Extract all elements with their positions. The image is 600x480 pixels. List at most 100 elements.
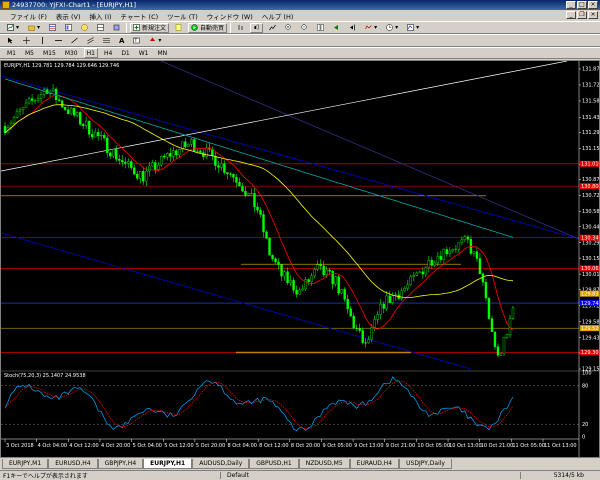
line-chart-button[interactable] xyxy=(266,23,279,33)
chart-window[interactable]: 131.870 131.725 131.580 131.430 131.295 131.1… xyxy=(0,60,600,458)
menu-help[interactable]: ヘルプ (H) xyxy=(262,11,294,21)
trendline-button[interactable] xyxy=(68,36,81,46)
price-chart[interactable]: 131.870 131.725 131.580 131.430 131.295 131.1… xyxy=(1,61,599,457)
meta-editor-button[interactable] xyxy=(172,23,185,33)
menu-window[interactable]: ウィンドウ (W) xyxy=(207,11,253,21)
candle-body xyxy=(487,297,491,319)
timeframe-m15-button[interactable]: M15 xyxy=(40,48,59,58)
candle-body xyxy=(102,134,106,139)
candle-body xyxy=(361,330,364,343)
candle-body xyxy=(250,193,253,195)
tab-nzdusd-m5[interactable]: NZDUSD,M5 xyxy=(298,459,350,469)
crosshair-tool-button[interactable] xyxy=(20,36,33,46)
candle-body xyxy=(505,334,509,338)
zoom-in-button[interactable] xyxy=(282,23,295,33)
tab-audusd-daily[interactable]: AUDUSD,Daily xyxy=(192,459,250,469)
autoscroll-button[interactable] xyxy=(330,23,343,33)
candle-body xyxy=(358,328,361,331)
indicators-button[interactable]: ▾ xyxy=(362,23,380,33)
profiles-button[interactable]: ▾ xyxy=(25,23,43,33)
window-title: 24937700: YJFX!-Chart1 - [EURJPY,H1] xyxy=(12,1,137,9)
tile-windows-button[interactable] xyxy=(314,23,327,33)
candle-body xyxy=(205,147,208,157)
tab-gbpjpy-h4[interactable]: GBPJPY,H4 xyxy=(97,459,144,469)
data-window-button[interactable] xyxy=(62,23,75,33)
timeframe-h4-button[interactable]: H4 xyxy=(101,48,115,58)
market-watch-button[interactable] xyxy=(46,23,59,33)
label-tool-button[interactable]: T xyxy=(130,36,143,46)
zoom-out-button[interactable] xyxy=(298,23,311,33)
candle-body xyxy=(196,150,199,152)
toolbar-separator xyxy=(126,22,128,33)
arrows-button[interactable]: ▾ xyxy=(146,36,164,46)
price-label-text: 130.340 xyxy=(581,236,599,242)
fibonacci-button[interactable] xyxy=(100,36,113,46)
menu-view[interactable]: 表示 (V) xyxy=(56,11,81,21)
candle-body xyxy=(502,337,506,355)
timeframe-m1-button[interactable]: M1 xyxy=(4,48,19,58)
candle-body xyxy=(289,280,292,284)
candle-body xyxy=(448,250,452,255)
cursor-tool-button[interactable] xyxy=(4,36,17,46)
tab-usdjpy-daily[interactable]: USDJPY,Daily xyxy=(399,459,452,469)
price-label-text: 129.833 xyxy=(581,291,599,297)
new-order-button[interactable]: 新規注文 xyxy=(130,22,170,33)
new-chart-button[interactable]: ▾ xyxy=(4,23,22,33)
tab-eurjpy-h1[interactable]: EURJPY,H1 xyxy=(143,459,193,469)
channel-button[interactable] xyxy=(84,36,97,46)
candle-body xyxy=(481,273,485,283)
navigator-button[interactable] xyxy=(78,23,91,33)
candle-body xyxy=(271,255,274,259)
maximize-button[interactable]: □ xyxy=(577,1,587,9)
close-button[interactable]: × xyxy=(588,1,598,9)
svg-text:T: T xyxy=(134,38,138,44)
candle-body xyxy=(232,174,235,178)
mdi-close-button[interactable]: × xyxy=(588,11,598,19)
tab-gbpusd-h1[interactable]: GBPUSD,H1 xyxy=(249,459,299,469)
timeframe-mn-button[interactable]: MN xyxy=(155,48,171,58)
horizontal-line-button[interactable] xyxy=(52,36,65,46)
candle-body xyxy=(142,171,145,182)
candlestick-button[interactable] xyxy=(250,22,264,33)
candle-body xyxy=(30,98,34,101)
periods-button[interactable]: ▾ xyxy=(383,23,401,33)
timeframe-m30-button[interactable]: M30 xyxy=(62,48,81,58)
tab-euraud-h4[interactable]: EURAUD,H4 xyxy=(349,459,400,469)
bar-chart-button[interactable] xyxy=(234,23,247,33)
timeframe-d1-button[interactable]: D1 xyxy=(118,48,132,58)
candle-body xyxy=(151,162,154,167)
tab-eurjpy-m1[interactable]: EURJPY,M1 xyxy=(2,459,49,469)
mdi-restore-button[interactable]: ❐ xyxy=(577,11,587,19)
menu-tools[interactable]: ツール (T) xyxy=(167,11,198,21)
candle-body xyxy=(283,271,286,277)
chart-shift-button[interactable] xyxy=(346,23,359,33)
candle-body xyxy=(352,315,355,329)
candle-body xyxy=(112,149,115,157)
text-tool-button[interactable]: A xyxy=(116,36,127,46)
timeframe-m5-button[interactable]: M5 xyxy=(22,48,37,58)
candlestick-icon xyxy=(254,24,259,30)
menu-insert[interactable]: 挿入 (I) xyxy=(89,11,111,21)
price-tick-label: 131.725 xyxy=(582,83,599,89)
candle-body xyxy=(424,267,428,275)
templates-button[interactable]: ▾ xyxy=(404,23,422,33)
vertical-line-button[interactable] xyxy=(36,36,49,46)
stoch-tick-label: 0 xyxy=(582,435,585,441)
menu-chart[interactable]: チャート (C) xyxy=(121,11,159,21)
timeframe-h1-button[interactable]: H1 xyxy=(83,48,98,58)
auto-trading-button[interactable]: 自動売買 xyxy=(188,22,228,33)
candle-body xyxy=(304,279,307,290)
candle-body xyxy=(133,167,136,175)
time-tick-label: 10 Oct 13:00 xyxy=(449,443,482,449)
menu-file[interactable]: ファイル (F) xyxy=(10,11,47,21)
candle-body xyxy=(72,107,76,116)
terminal-button[interactable] xyxy=(94,23,107,33)
chart-shift-icon xyxy=(350,24,355,31)
mdi-minimize-button[interactable]: _ xyxy=(566,11,576,19)
timeframe-w1-button[interactable]: W1 xyxy=(136,48,152,58)
tab-eurusd-h4[interactable]: EURUSD,H4 xyxy=(48,459,98,469)
candle-body xyxy=(382,304,385,309)
strategy-tester-button[interactable] xyxy=(110,23,123,33)
time-tick-label: 8 Oct 12:00 xyxy=(259,443,288,449)
minimize-button[interactable]: _ xyxy=(566,1,576,9)
